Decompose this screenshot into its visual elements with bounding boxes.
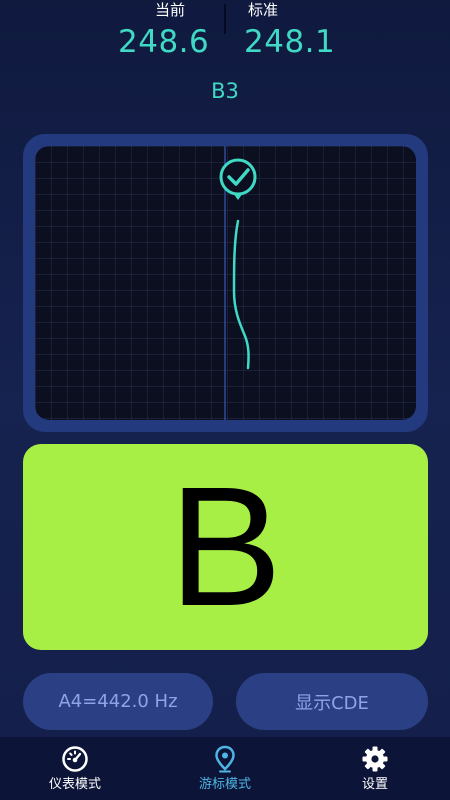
nav-label-vernier-mode: 游标模式 — [198, 777, 251, 792]
nav-item-settings[interactable]: 设置 — [300, 737, 450, 800]
note-card: B — [23, 444, 428, 650]
current-value: 248.6 — [118, 24, 210, 60]
nav-label-meter-mode: 仪表模式 — [48, 777, 101, 792]
gear-icon — [362, 746, 388, 772]
bottom-nav: 仪表模式 游标模式 设置 — [0, 737, 450, 800]
current-label: 当前 — [154, 1, 185, 19]
check-circle-icon — [219, 158, 257, 200]
show-cde-button[interactable]: 显示CDE — [236, 673, 428, 730]
gauge-icon — [62, 746, 88, 772]
note-name: B3 — [211, 79, 239, 103]
pitch-graph-svg — [219, 146, 257, 420]
nav-label-settings: 设置 — [361, 777, 388, 792]
a4-frequency-button[interactable]: A4=442.0 Hz — [23, 673, 213, 730]
pitch-graph — [35, 146, 416, 420]
location-pin-icon — [215, 745, 235, 773]
note-letter: B — [168, 452, 283, 642]
nav-item-vernier-mode[interactable]: 游标模式 — [150, 737, 300, 800]
nav-item-meter-mode[interactable]: 仪表模式 — [0, 737, 150, 800]
standard-value: 248.1 — [244, 24, 336, 60]
frequency-readouts: 当前 248.6 标准 248.1 — [0, 0, 450, 70]
readout-divider — [224, 4, 226, 34]
standard-label: 标准 — [248, 1, 279, 19]
pitch-trace-line — [232, 219, 250, 370]
pitch-graph-panel — [23, 134, 428, 432]
